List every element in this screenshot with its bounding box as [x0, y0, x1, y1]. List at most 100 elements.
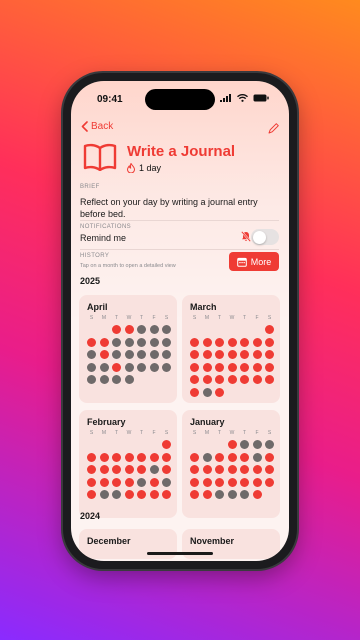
wifi-icon: [237, 94, 248, 102]
day-completed-dot: [240, 362, 249, 372]
day-completed-dot: [149, 477, 159, 487]
edit-button[interactable]: [268, 121, 279, 139]
day-completed-dot: [252, 350, 262, 359]
calendar-icon: [236, 257, 247, 267]
month-name: November: [190, 536, 235, 546]
dynamic-island: [145, 89, 215, 110]
month-card-january[interactable]: January S M T W T F S: [182, 410, 280, 518]
day-missed-dot: [162, 350, 171, 359]
day-completed-dot: [190, 337, 199, 347]
day-completed-dot: [265, 325, 274, 334]
day-completed-dot: [202, 337, 212, 347]
month-card-march[interactable]: March S M T W T F S: [182, 295, 280, 403]
weekday-label: S: [192, 315, 197, 321]
status-icons: [220, 94, 269, 102]
habit-title: Write a Journal: [127, 143, 236, 160]
day-completed-dot: [265, 477, 274, 487]
history-section-label: HISTORY: [80, 253, 110, 259]
weekday-label: F: [152, 430, 156, 436]
day-missed-dot: [149, 465, 159, 474]
weekday-label: F: [255, 430, 259, 436]
day-completed-dot: [227, 350, 237, 359]
day-completed-dot: [252, 465, 262, 474]
year-label: 2024: [80, 511, 101, 521]
app-screen: 09:41 Back Write a Journal 1 day BRIEF R…: [71, 81, 289, 561]
brief-text: Reflect on your day by writing a journal…: [80, 197, 258, 219]
day-missed-dot: [227, 490, 237, 499]
day-completed-dot: [227, 465, 237, 474]
weekday-label: S: [192, 430, 197, 436]
weekday-label: M: [204, 315, 210, 321]
day-missed-dot: [124, 375, 134, 384]
chevron-left-icon: [81, 121, 88, 132]
month-card-april[interactable]: April S M T W T F S: [79, 295, 177, 403]
bell-slash-icon: [241, 231, 251, 242]
day-completed-dot: [137, 452, 146, 462]
divider: [80, 249, 279, 250]
brief-section-label: BRIEF: [80, 184, 100, 190]
weekday-label: W: [126, 430, 132, 436]
day-missed-dot: [124, 337, 134, 347]
book-icon: [83, 143, 117, 171]
day-completed-dot: [265, 350, 274, 359]
month-name: April: [87, 302, 108, 312]
day-missed-dot: [252, 440, 262, 449]
day-completed-dot: [137, 490, 146, 499]
remind-me-toggle[interactable]: [251, 229, 279, 245]
day-completed-dot: [240, 465, 249, 474]
day-completed-dot: [227, 375, 237, 384]
day-completed-dot: [124, 465, 134, 474]
battery-icon: [253, 94, 269, 102]
day-completed-dot: [202, 350, 212, 359]
day-missed-dot: [202, 452, 212, 462]
day-completed-dot: [252, 490, 262, 499]
month-card-february[interactable]: February S M T W T F S: [79, 410, 177, 518]
weekday-label: M: [204, 430, 210, 436]
pencil-icon: [268, 123, 279, 134]
phone-frame: 09:41 Back Write a Journal 1 day BRIEF R…: [63, 73, 297, 569]
weekday-label: S: [164, 430, 169, 436]
history-hint: Tap on a month to open a detailed view: [80, 263, 176, 269]
day-completed-dot: [124, 477, 134, 487]
day-missed-dot: [87, 362, 96, 372]
day-missed-dot: [112, 337, 121, 347]
day-missed-dot: [124, 362, 134, 372]
day-completed-dot: [215, 362, 224, 372]
day-missed-dot: [240, 490, 249, 499]
back-label: Back: [91, 121, 114, 132]
day-completed-dot: [162, 440, 171, 449]
day-completed-dot: [124, 452, 134, 462]
day-completed-dot: [149, 490, 159, 499]
weekday-label: T: [217, 315, 222, 321]
weekday-label: S: [267, 315, 272, 321]
day-completed-dot: [227, 477, 237, 487]
day-missed-dot: [99, 362, 109, 372]
day-completed-dot: [202, 362, 212, 372]
home-indicator[interactable]: [147, 552, 213, 555]
day-completed-dot: [112, 452, 121, 462]
weekday-label: T: [242, 315, 247, 321]
navigation-bar: Back: [71, 119, 289, 141]
day-completed-dot: [215, 452, 224, 462]
day-completed-dot: [202, 490, 212, 499]
more-button[interactable]: More: [229, 252, 279, 271]
day-completed-dot: [240, 375, 249, 384]
day-completed-dot: [190, 465, 199, 474]
day-completed-dot: [227, 362, 237, 372]
day-completed-dot: [112, 362, 121, 372]
day-missed-dot: [265, 440, 274, 449]
day-completed-dot: [162, 490, 171, 499]
day-completed-dot: [124, 490, 134, 499]
weekday-label: M: [101, 315, 107, 321]
day-completed-dot: [215, 387, 224, 397]
day-completed-dot: [265, 452, 274, 462]
weekday-label: T: [114, 430, 119, 436]
back-button[interactable]: Back: [81, 121, 113, 132]
day-completed-dot: [252, 375, 262, 384]
day-missed-dot: [124, 350, 134, 359]
day-completed-dot: [162, 452, 171, 462]
day-completed-dot: [265, 465, 274, 474]
day-missed-dot: [149, 350, 159, 359]
day-completed-dot: [215, 477, 224, 487]
weekday-label: T: [139, 315, 144, 321]
